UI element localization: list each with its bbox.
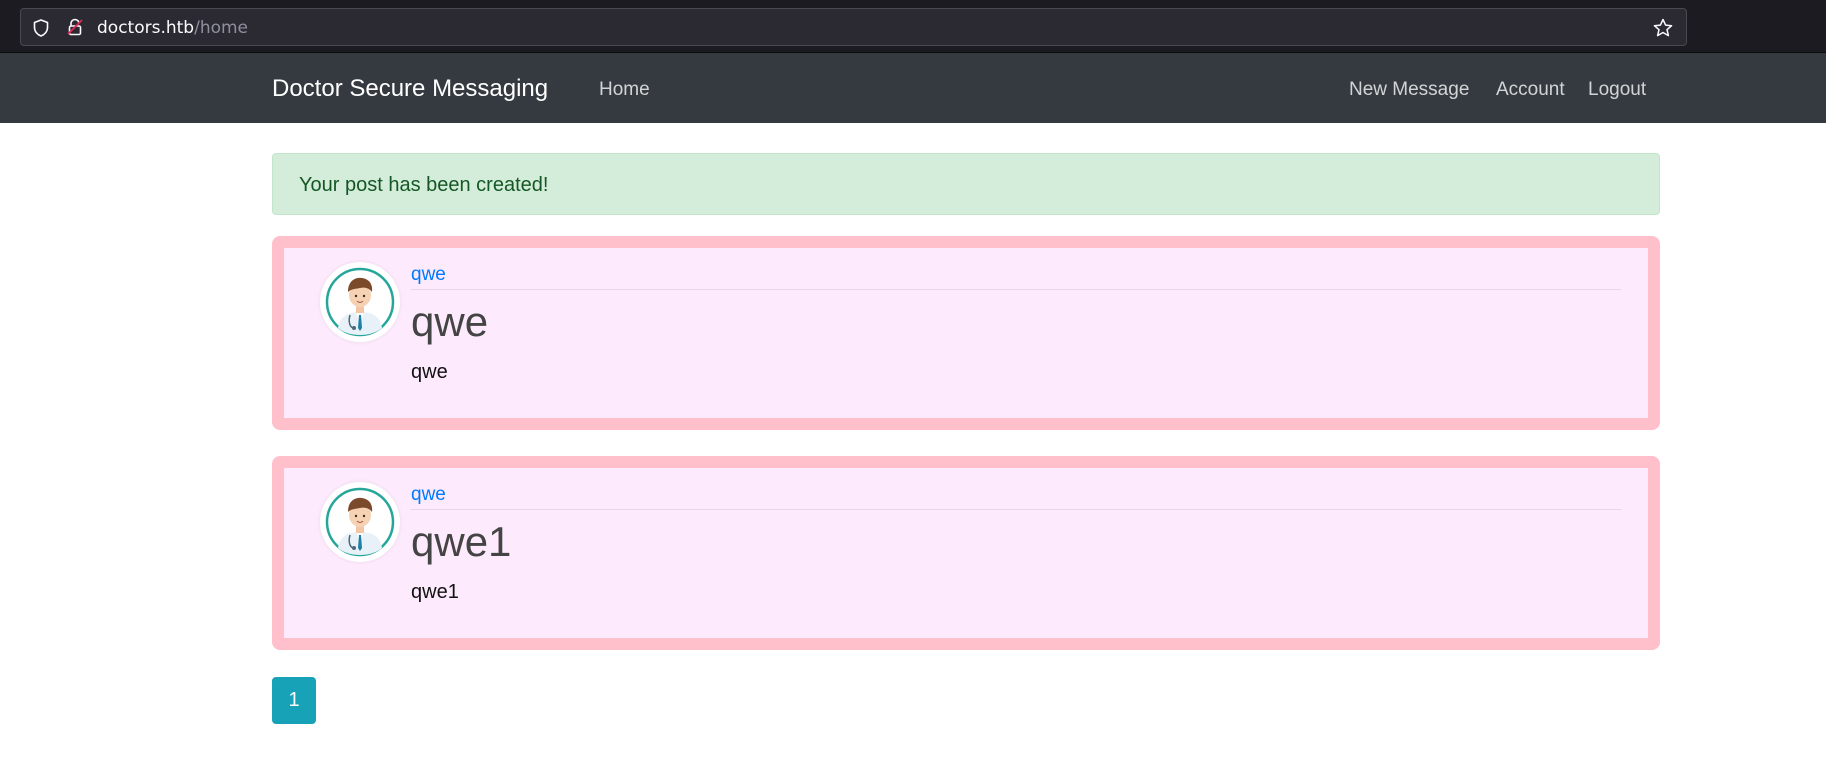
post-card: qwe qwe qwe bbox=[272, 236, 1660, 430]
post-content: qwe1 bbox=[411, 581, 459, 603]
url-text[interactable]: doctors.htb/home bbox=[97, 18, 248, 38]
doctor-avatar bbox=[320, 482, 400, 562]
post-content: qwe bbox=[411, 361, 448, 383]
post-title[interactable]: qwe bbox=[411, 298, 488, 346]
doctor-avatar bbox=[320, 262, 400, 342]
success-alert: Your post has been created! bbox=[272, 153, 1660, 215]
lock-icon[interactable] bbox=[65, 17, 85, 37]
nav-new-message[interactable]: New Message bbox=[1349, 79, 1469, 101]
nav-logout[interactable]: Logout bbox=[1588, 79, 1646, 101]
site-navbar: Doctor Secure Messaging Home New Message… bbox=[0, 53, 1826, 123]
browser-toolbar: doctors.htb/home bbox=[0, 0, 1826, 53]
star-icon[interactable] bbox=[1652, 17, 1674, 39]
url-path: /home bbox=[194, 18, 249, 38]
post-author-link[interactable]: qwe bbox=[411, 484, 446, 505]
post-meta: qwe bbox=[411, 484, 1621, 510]
alert-message: Your post has been created! bbox=[299, 174, 549, 196]
post-author-link[interactable]: qwe bbox=[411, 264, 446, 285]
brand-link[interactable]: Doctor Secure Messaging bbox=[272, 75, 548, 103]
url-host: doctors.htb bbox=[97, 18, 195, 38]
nav-account[interactable]: Account bbox=[1496, 79, 1565, 101]
shield-icon[interactable] bbox=[31, 18, 51, 38]
address-bar[interactable]: doctors.htb/home bbox=[20, 8, 1687, 46]
post-title[interactable]: qwe1 bbox=[411, 518, 511, 566]
page-1-button[interactable]: 1 bbox=[272, 677, 316, 724]
post-meta: qwe bbox=[411, 264, 1621, 290]
post-card: qwe qwe1 qwe1 bbox=[272, 456, 1660, 650]
nav-home[interactable]: Home bbox=[599, 79, 650, 101]
